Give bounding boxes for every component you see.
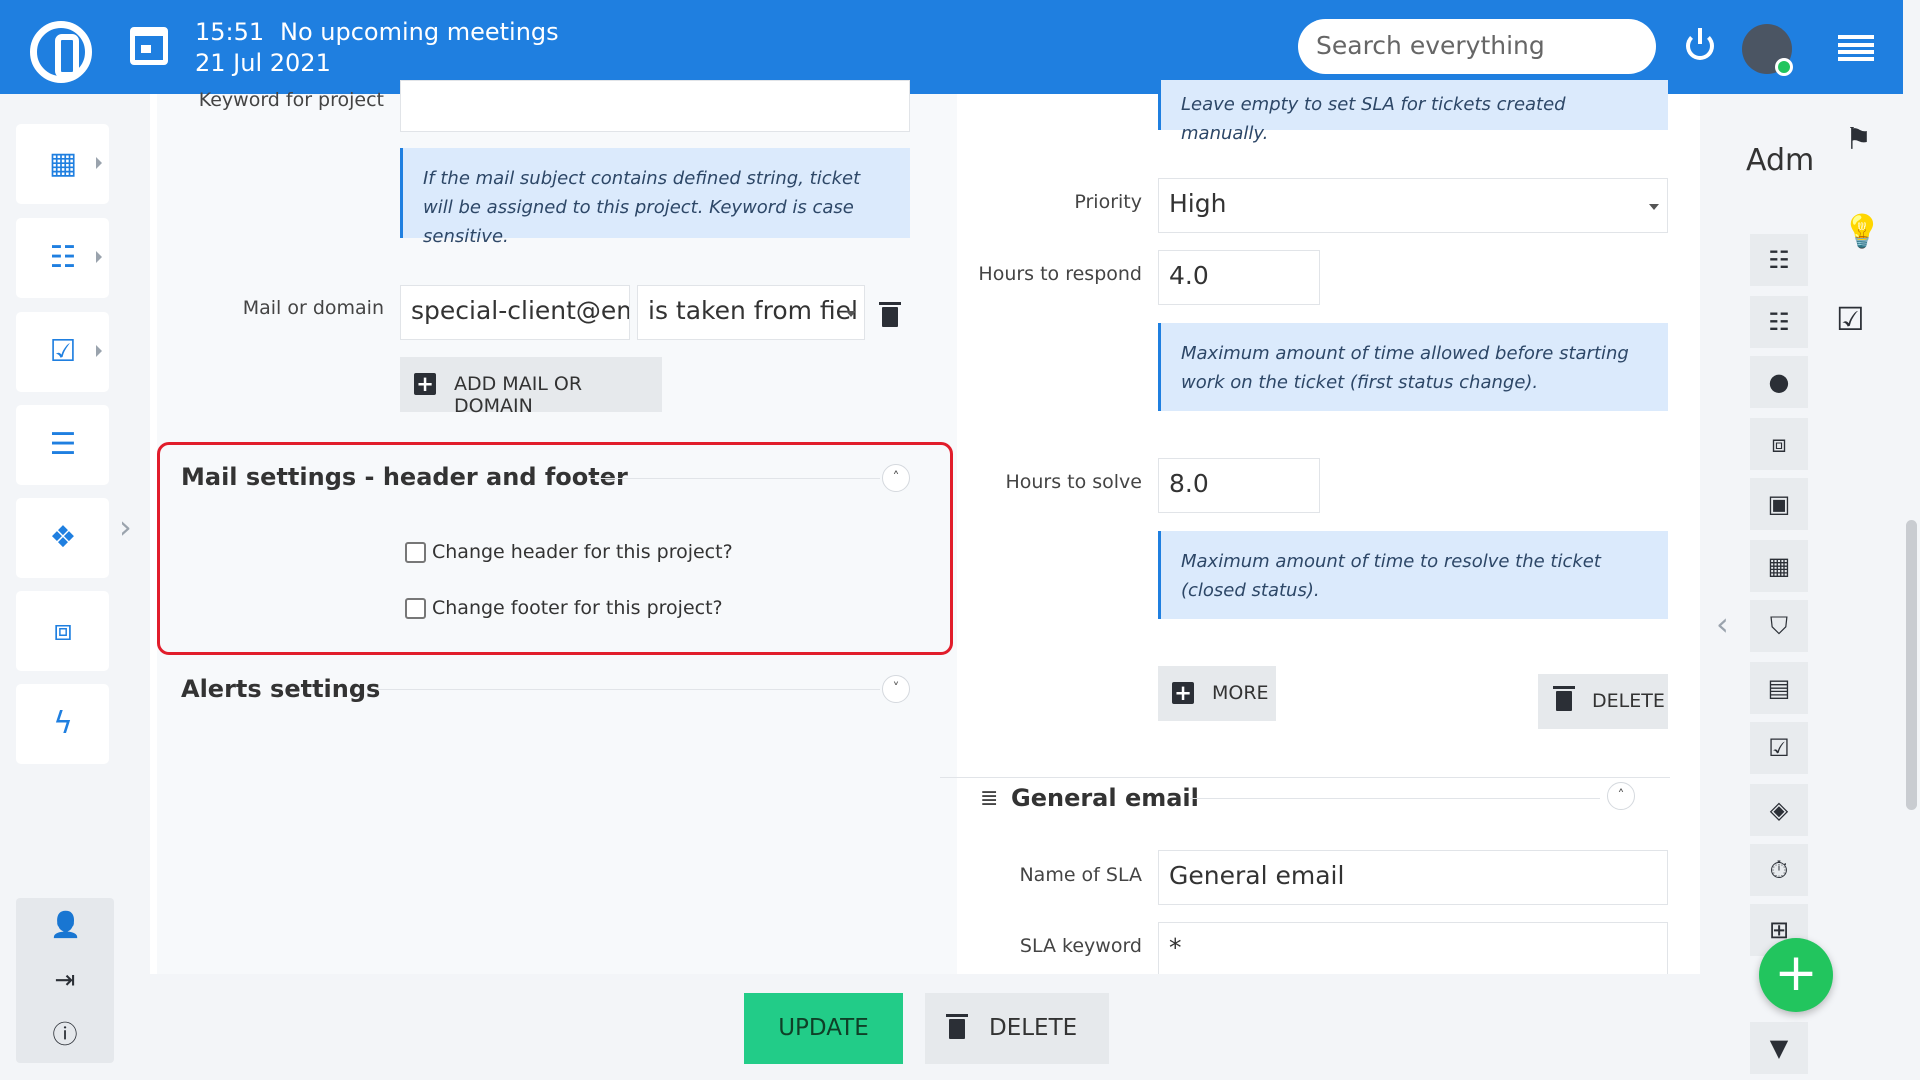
chevron-down-icon <box>846 311 856 317</box>
mail-domain-input[interactable]: special-client@ema <box>400 285 630 340</box>
user-icon[interactable]: ● <box>1750 356 1808 408</box>
stopwatch-icon[interactable]: ⏱ <box>1750 844 1808 896</box>
meetings-status[interactable]: No upcoming meetings <box>280 18 559 46</box>
section-divider <box>940 777 1670 778</box>
trash-icon[interactable] <box>879 302 901 327</box>
sidebar-item-boards[interactable]: ⧈ <box>16 591 109 671</box>
search-input[interactable]: Search everything <box>1298 19 1656 74</box>
online-status-icon <box>1775 58 1793 76</box>
info-icon[interactable]: ⓘ <box>50 1020 80 1050</box>
hours-respond-label: Hours to respond <box>978 263 1142 285</box>
tree-icon[interactable]: ☷ <box>1750 296 1808 348</box>
sla-name-input[interactable]: General email <box>1158 850 1668 905</box>
alerts-settings-title[interactable]: Alerts settings <box>181 675 380 703</box>
expand-chevron-down-icon[interactable]: ˅ <box>882 675 910 703</box>
highlight-box <box>157 442 953 655</box>
sidebar-item-dashboard[interactable]: ▦ <box>16 124 109 204</box>
plus-icon: + <box>414 373 436 395</box>
dropbox-icon: ❖ <box>49 520 77 555</box>
priority-label: Priority <box>1074 191 1142 213</box>
filter-icon[interactable]: ▼ <box>1750 1022 1808 1074</box>
flag-icon[interactable]: ⚑ <box>1845 122 1872 157</box>
sidebar-item-tasks[interactable]: ☑ <box>16 312 109 392</box>
solve-note: Maximum amount of time to resolve the ti… <box>1158 531 1668 619</box>
delete-sla-label: DELETE <box>1592 690 1665 712</box>
direction-sign-icon[interactable]: ◈ <box>1750 784 1808 836</box>
keyword-input[interactable] <box>400 80 910 132</box>
app-logo-icon[interactable] <box>30 21 92 83</box>
delete-button[interactable]: DELETE <box>925 993 1109 1064</box>
priority-selected: High <box>1169 189 1227 218</box>
current-date: 21 Jul 2021 <box>195 49 331 77</box>
add-mail-domain-button[interactable]: + ADD MAIL OR DOMAIN <box>400 357 662 417</box>
chevron-right-icon <box>96 157 102 169</box>
list-icon: ☰ <box>49 427 77 462</box>
chevron-right-icon <box>96 251 102 263</box>
id-card-icon[interactable]: ▣ <box>1750 478 1808 530</box>
sign-in-icon[interactable]: ⇥ <box>50 965 80 995</box>
keyword-note: If the mail subject contains defined str… <box>400 148 910 247</box>
more-label: MORE <box>1212 682 1269 704</box>
calendar-icon[interactable] <box>130 27 168 65</box>
delete-label: DELETE <box>989 1015 1078 1041</box>
general-email-title: General email <box>1011 784 1199 812</box>
lightbulb-icon[interactable]: 💡 <box>1842 212 1882 250</box>
sidebar-bottom-tools: 👤 ⇥ ⓘ <box>16 898 114 1063</box>
calendar-icon[interactable]: ▦ <box>1750 540 1808 592</box>
mail-domain-label: Mail or domain <box>242 297 384 319</box>
sidebar-item-list[interactable]: ☰ <box>16 405 109 485</box>
hours-solve-input[interactable]: 8.0 <box>1158 458 1320 513</box>
shield-user-icon[interactable]: ⛉ <box>1750 600 1808 652</box>
hours-respond-input[interactable]: 4.0 <box>1158 250 1320 305</box>
board-icon: ⧈ <box>53 613 73 648</box>
section-divider <box>378 689 880 690</box>
keyword-label: Keyword for project <box>198 89 384 111</box>
current-time: 15:51 <box>195 18 265 46</box>
trash-icon <box>1553 686 1575 711</box>
sla-keyword-input[interactable]: * <box>1158 922 1668 977</box>
delete-sla-button[interactable]: DELETE <box>1538 674 1668 729</box>
collapse-right-sidebar-chevron-icon[interactable]: ‹ <box>1716 605 1729 643</box>
clipboard-icon[interactable]: ▤ <box>1750 662 1808 714</box>
expand-sidebar-chevron-icon[interactable]: › <box>119 508 132 546</box>
sla-name-label: Name of SLA <box>1019 864 1142 886</box>
tree-icon: ☷ <box>49 240 77 275</box>
sla-top-note: Leave empty to set SLA for tickets creat… <box>1158 80 1668 144</box>
hours-solve-label: Hours to solve <box>1005 471 1142 493</box>
sidebar-item-dropbox[interactable]: ❖ <box>16 498 109 578</box>
board-icon[interactable]: ⧈ <box>1750 418 1808 470</box>
right-sidebar-title: Adm <box>1746 143 1815 178</box>
respond-note: Maximum amount of time allowed before st… <box>1158 323 1668 411</box>
update-button[interactable]: UPDATE <box>744 993 903 1064</box>
section-divider <box>1190 798 1600 799</box>
hamburger-menu-icon[interactable] <box>1838 35 1874 61</box>
checklist-icon[interactable]: ☑ <box>1836 300 1865 338</box>
add-user-icon[interactable]: 👤 <box>50 910 81 940</box>
tree-icon[interactable]: ☷ <box>1750 234 1808 286</box>
lightning-icon: ϟ <box>53 706 73 741</box>
chevron-right-icon <box>96 345 102 357</box>
clipboard-check-icon: ☑ <box>49 334 77 369</box>
mail-source-selected: is taken from fiel <box>648 296 858 325</box>
collapse-chevron-up-icon[interactable]: ˄ <box>1607 782 1635 810</box>
sidebar-item-actions[interactable]: ϟ <box>16 684 109 764</box>
add-mail-domain-label: ADD MAIL OR DOMAIN <box>454 373 583 417</box>
scrollbar-thumb[interactable] <box>1906 520 1917 810</box>
plus-icon: + <box>1172 682 1194 704</box>
chevron-down-icon <box>1649 204 1659 210</box>
trash-icon <box>946 1014 968 1039</box>
clipboard-check-icon[interactable]: ☑ <box>1750 722 1808 774</box>
add-floating-button[interactable]: + <box>1759 938 1833 1012</box>
more-button[interactable]: + MORE <box>1158 666 1276 721</box>
sidebar-item-projects[interactable]: ☷ <box>16 218 109 298</box>
drag-handle-icon[interactable]: ≣ <box>980 786 998 811</box>
mail-source-select[interactable]: is taken from fiel <box>637 285 865 340</box>
sla-keyword-label: SLA keyword <box>1019 935 1142 957</box>
priority-select[interactable]: High <box>1158 178 1668 233</box>
power-icon[interactable] <box>1686 28 1714 60</box>
dashboard-icon: ▦ <box>48 146 78 181</box>
